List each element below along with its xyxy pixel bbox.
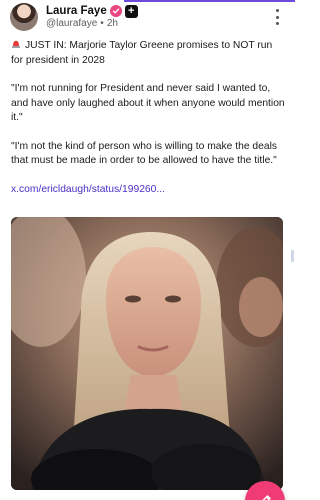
compose-pencil-icon bbox=[262, 495, 271, 500]
post-paragraph-1: JUST IN: Marjorie Taylor Greene promises… bbox=[11, 39, 285, 68]
meta-separator: • bbox=[100, 18, 104, 29]
handle-line: @laurafaye • 2h bbox=[46, 18, 118, 29]
plus-badge-icon: + bbox=[124, 4, 138, 18]
top-accent-line bbox=[124, 0, 295, 2]
post-header: Laura Faye + @laurafaye • 2h bbox=[10, 3, 285, 33]
verified-badge-icon bbox=[109, 5, 122, 17]
post-screen: Laura Faye + @laurafaye • 2h JUST IN: Ma… bbox=[0, 0, 295, 500]
portrait-photo bbox=[11, 217, 283, 490]
author-line: Laura Faye + bbox=[46, 4, 138, 18]
scroll-indicator[interactable] bbox=[291, 250, 294, 262]
paragraph-text: JUST IN: Marjorie Taylor Greene promises… bbox=[11, 40, 273, 66]
post-image[interactable] bbox=[11, 217, 283, 490]
author-handle[interactable]: @laurafaye bbox=[46, 18, 97, 29]
avatar[interactable] bbox=[10, 3, 38, 31]
author-name[interactable]: Laura Faye bbox=[46, 5, 107, 17]
post-paragraph-3: "I'm not the kind of person who is willi… bbox=[11, 140, 278, 167]
post-body: JUST IN: Marjorie Taylor Greene promises… bbox=[11, 39, 285, 197]
post-time: 2h bbox=[106, 18, 118, 29]
post-paragraph-2: "I'm not running for President and never… bbox=[11, 83, 285, 123]
more-options-icon[interactable] bbox=[273, 9, 281, 25]
post-link[interactable]: x.com/ericldaugh/status/199260... bbox=[11, 184, 165, 195]
police-light-icon bbox=[12, 40, 20, 48]
